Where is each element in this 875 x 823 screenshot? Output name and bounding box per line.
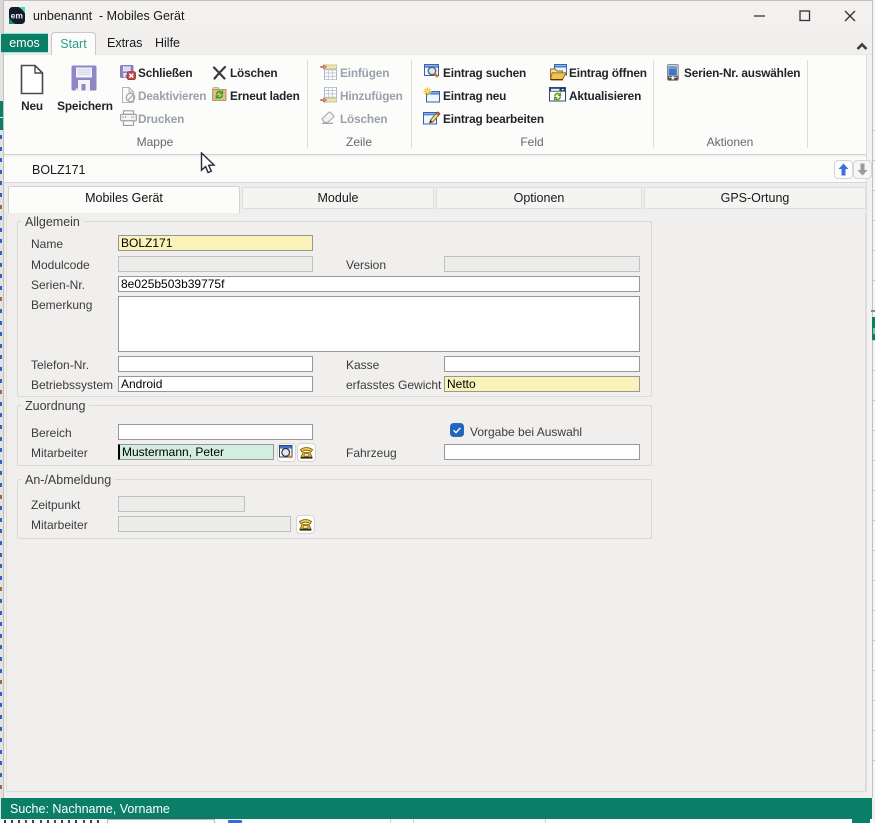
svg-text:em: em bbox=[11, 11, 24, 21]
